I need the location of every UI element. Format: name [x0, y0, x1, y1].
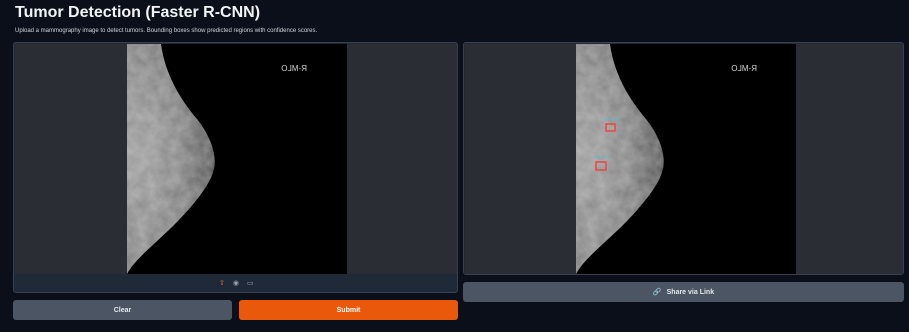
submit-button[interactable]: Submit: [239, 300, 458, 320]
output-image-view: R-MLO tumor: 0.82 tumor: 0.76: [465, 44, 903, 274]
webcam-icon[interactable]: ◉: [233, 279, 239, 287]
page-description: Upload a mammography image to detect tum…: [15, 28, 318, 34]
clipboard-icon[interactable]: ▭: [247, 279, 254, 287]
view-marker: R-MLO: [731, 64, 757, 73]
view-marker: R-MLO: [281, 64, 307, 73]
input-source-toolbar: ⇧ ◉ ▭: [219, 279, 254, 287]
mammogram-image: R-MLO: [127, 44, 347, 274]
upload-icon[interactable]: ⇧: [219, 279, 225, 287]
input-image-panel: ▣ image ⛶ ✕ R-ML: [13, 42, 458, 293]
input-image-dropzone[interactable]: R-MLO: [15, 44, 457, 274]
link-icon: 🔗: [652, 289, 662, 296]
share-via-link-button[interactable]: 🔗 Share via Link: [463, 282, 904, 302]
page-title: Tumor Detection (Faster R-CNN): [15, 4, 261, 21]
annotated-mammogram-image: R-MLO tumor: 0.82 tumor: 0.76: [576, 44, 796, 274]
share-via-link-label: Share via Link: [666, 288, 715, 296]
detection-label: tumor: 0.82: [604, 117, 620, 121]
clear-button[interactable]: Clear: [13, 300, 232, 320]
output-image-panel: ▣ output ⛶ ⤓ ⋖: [463, 42, 904, 275]
detection-label: tumor: 0.76: [594, 155, 610, 159]
